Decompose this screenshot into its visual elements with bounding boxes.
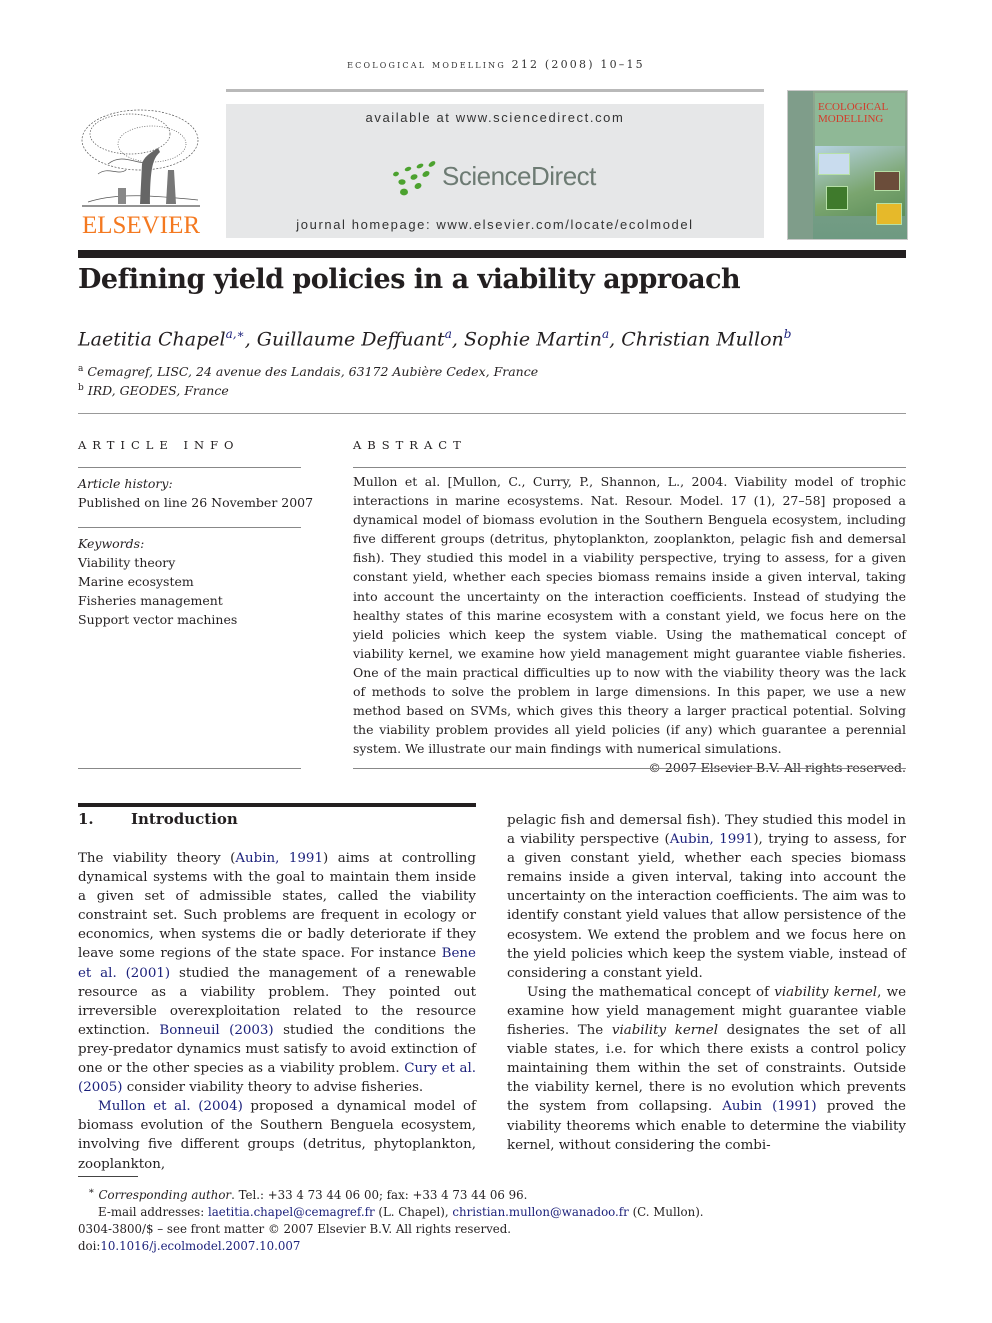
- paragraph: Mullon et al. (2004) proposed a dynamica…: [78, 1099, 476, 1172]
- available-at-link[interactable]: available at www.sciencedirect.com: [226, 110, 764, 125]
- affiliation-text: IRD, GEODES, France: [87, 383, 229, 399]
- article-info-heading: ARTICLE INFO: [78, 438, 240, 452]
- abstract-divider: [353, 467, 906, 468]
- sciencedirect-wordmark: ScienceDirect: [442, 161, 596, 191]
- keywords-divider: [78, 527, 301, 528]
- author-affiliation-mark[interactable]: a,∗: [226, 327, 245, 341]
- affiliation: b IRD, GEODES, France: [78, 383, 229, 398]
- footnote-rule: [78, 1176, 138, 1177]
- header-top-rule: [226, 89, 764, 92]
- affiliation-mark: a: [78, 364, 84, 374]
- affiliation-divider: [78, 413, 906, 414]
- paragraph-continued: pelagic fish and demersal fish). They st…: [507, 813, 906, 981]
- article-history-label: Article history:: [78, 476, 173, 491]
- keyword: Viability theory: [78, 555, 176, 570]
- footnotes: ∗ Corresponding author. Tel.: +33 4 73 4…: [78, 1183, 704, 1255]
- elsevier-tree-icon: [81, 109, 200, 207]
- affiliation-text: Cemagref, LISC, 24 avenue des Landais, 6…: [87, 364, 539, 380]
- section-number: 1.: [78, 810, 94, 828]
- corresponding-author-note: ∗ Corresponding author. Tel.: +33 4 73 4…: [88, 1186, 528, 1202]
- sciencedirect-logo[interactable]: ScienceDirect: [390, 156, 600, 202]
- abstract-body: Mullon et al. [Mullon, C., Curry, P., Sh…: [353, 472, 906, 778]
- author-affiliation-mark[interactable]: a: [602, 327, 609, 341]
- section-rule: [78, 803, 476, 807]
- abstract-text: Mullon et al. [Mullon, C., Curry, P., Sh…: [353, 474, 906, 757]
- article-info-divider: [78, 467, 301, 468]
- keyword: Fisheries management: [78, 593, 223, 608]
- author-affiliation-mark[interactable]: a: [445, 327, 452, 341]
- article-info-bottom-rule: [78, 768, 301, 769]
- abstract-bottom-rule: [353, 768, 906, 769]
- affiliation-mark: b: [78, 383, 84, 393]
- email-link[interactable]: christian.mullon@wanadoo.fr: [452, 1205, 628, 1219]
- front-matter-note: 0304-3800/$ – see front matter © 2007 El…: [78, 1221, 512, 1236]
- author-affiliation-mark[interactable]: b: [784, 327, 792, 341]
- keyword: Marine ecosystem: [78, 574, 194, 589]
- keyword: Support vector machines: [78, 612, 238, 627]
- email-note: E-mail addresses: laetitia.chapel@cemagr…: [98, 1204, 704, 1219]
- keywords-label: Keywords:: [78, 536, 145, 551]
- journal-homepage-link[interactable]: journal homepage: www.elsevier.com/locat…: [226, 217, 764, 232]
- citation-link[interactable]: Aubin (1991): [722, 1099, 816, 1114]
- author-list: Laetitia Chapela,∗, Guillaume Deffuanta,…: [78, 327, 792, 351]
- left-column: The viability theory (Aubin, 1991) aims …: [78, 849, 476, 1174]
- cover-title-line2: MODELLING: [818, 113, 884, 125]
- author-name[interactable]: Laetitia Chapel: [78, 328, 226, 350]
- citation-link[interactable]: Bonneuil (2003): [159, 1023, 273, 1038]
- paragraph: The viability theory (Aubin, 1991) aims …: [78, 851, 476, 1096]
- journal-cover-image[interactable]: ECOLOGICAL MODELLING: [787, 90, 908, 240]
- author-name[interactable]: Sophie Martin: [464, 328, 602, 350]
- right-column: pelagic fish and demersal fish). They st…: [507, 811, 906, 1155]
- elsevier-wordmark: ELSEVIER: [81, 212, 201, 239]
- doi-link[interactable]: 10.1016/j.ecolmodel.2007.10.007: [100, 1239, 300, 1253]
- citation-link[interactable]: Mullon et al. (2004): [98, 1099, 243, 1114]
- paragraph: Using the mathematical concept of viabil…: [507, 984, 906, 1153]
- citation-link[interactable]: Aubin, 1991: [670, 832, 754, 847]
- author-name[interactable]: Christian Mullon: [621, 328, 784, 350]
- doi-note: doi:10.1016/j.ecolmodel.2007.10.007: [78, 1238, 301, 1253]
- article-title: Defining yield policies in a viability a…: [78, 264, 741, 295]
- elsevier-logo[interactable]: ELSEVIER: [78, 104, 204, 240]
- abstract-heading: ABSTRACT: [353, 438, 467, 452]
- email-link[interactable]: laetitia.chapel@cemagref.fr: [208, 1205, 375, 1219]
- article-history-value: Published on line 26 November 2007: [78, 495, 314, 510]
- header-thick-rule: [78, 250, 906, 258]
- author-name[interactable]: Guillaume Deffuant: [257, 328, 445, 350]
- affiliation: a Cemagref, LISC, 24 avenue des Landais,…: [78, 364, 538, 379]
- citation-link[interactable]: Aubin, 1991: [235, 851, 323, 866]
- running-head: ECOLOGICAL MODELLING 212 (2008) 10–15: [347, 58, 645, 71]
- section-heading: 1. Introduction: [78, 810, 238, 828]
- section-title: Introduction: [131, 810, 238, 828]
- sciencedirect-banner: available at www.sciencedirect.com Scien…: [226, 104, 764, 238]
- cover-title-line1: ECOLOGICAL: [818, 101, 889, 113]
- sciencedirect-dots-icon: [393, 161, 436, 196]
